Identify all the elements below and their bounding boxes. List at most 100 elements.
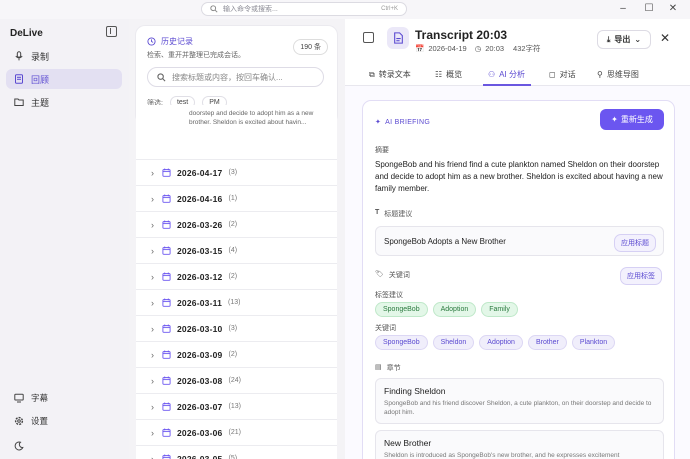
- history-date-group[interactable]: › 2026-03-12 (2): [136, 263, 337, 289]
- keyword-chip[interactable]: Plankton: [571, 335, 616, 350]
- tab-chat[interactable]: ◻ 对话: [549, 69, 576, 80]
- calendar-icon: [162, 272, 171, 281]
- keyword-chip[interactable]: SpongeBob: [375, 335, 428, 350]
- chapter-item[interactable]: Finding Sheldon SpongeBob and his friend…: [375, 378, 664, 424]
- theme-toggle[interactable]: [6, 437, 24, 455]
- calendar-icon: [162, 402, 171, 411]
- history-title-text: 历史记录: [161, 37, 193, 46]
- keyword-list: SpongeBob Sheldon Adoption Brother Plank…: [375, 335, 616, 350]
- history-date-group[interactable]: › 2026-03-10 (3): [136, 315, 337, 341]
- keyword-chip[interactable]: Sheldon: [432, 335, 475, 350]
- maximize-icon[interactable]: ☐: [642, 3, 656, 15]
- history-date-group[interactable]: › 2026-04-16 (1): [136, 185, 337, 211]
- group-date: 2026-03-10: [177, 323, 223, 334]
- group-date: 2026-04-16: [177, 193, 223, 204]
- regenerate-button[interactable]: ✦ 重新生成: [600, 109, 664, 130]
- group-count: (24): [228, 377, 241, 384]
- tag-chip[interactable]: SpongeBob: [375, 302, 428, 317]
- sidebar-item-review[interactable]: 回顾: [6, 69, 122, 89]
- transcript-chars: 432字符: [513, 44, 541, 53]
- apply-title-button[interactable]: 应用标题: [614, 234, 656, 252]
- chapter-desc: SpongeBob and his friend discover Sheldo…: [384, 400, 652, 416]
- tag-chip[interactable]: Family: [481, 302, 518, 317]
- text-icon: T: [375, 209, 380, 216]
- sidebar-item-topics[interactable]: 主题: [6, 92, 122, 112]
- chat-icon: ◻: [549, 70, 556, 79]
- moon-icon: [14, 441, 24, 451]
- tag-suggestions: SpongeBob Adoption Family: [375, 302, 518, 317]
- calendar-icon: [162, 194, 171, 203]
- transcript-title: Transcript 20:03: [415, 28, 508, 42]
- group-date: 2026-03-26: [177, 219, 223, 230]
- group-count: (2): [228, 221, 238, 228]
- sidebar-item-label: 主题: [31, 97, 50, 108]
- title-suggest-header: T 标题建议: [375, 209, 412, 219]
- review-icon: [15, 74, 23, 84]
- history-date-group[interactable]: › 2026-03-07 (13): [136, 393, 337, 419]
- history-date-group[interactable]: › 2026-03-08 (24): [136, 367, 337, 393]
- minimize-icon[interactable]: –: [616, 3, 630, 15]
- keywords-header: 🏷 关键词: [375, 270, 410, 280]
- monitor-icon: [14, 393, 24, 403]
- tab-mindmap[interactable]: ⚲ 思维导图: [597, 69, 639, 80]
- history-panel: 历史记录 检索、重开并整理已完成会话。 190 条 搜索标题或内容，按回车确认.…: [129, 19, 463, 459]
- sidebar-toggle-icon[interactable]: [106, 26, 117, 37]
- calendar-icon: [162, 350, 171, 359]
- history-date-group[interactable]: › 2026-04-17 (3): [136, 159, 337, 185]
- tab-overview[interactable]: ☷ 概览: [435, 69, 462, 80]
- sidebar-item-subtitles[interactable]: 字幕: [6, 389, 48, 407]
- title-suggest-label: 标题建议: [384, 211, 413, 218]
- command-search[interactable]: 输入命令或搜索... Ctrl+K: [201, 2, 407, 16]
- close-window-icon[interactable]: ✕: [666, 3, 680, 15]
- detail-header: Transcript 20:03 📅 2026-04-19 ◷ 20:03 43…: [345, 19, 690, 65]
- tab-label: 对话: [559, 70, 576, 79]
- history-date-group[interactable]: › 2026-03-06 (21): [136, 419, 337, 445]
- apply-tags-button[interactable]: 应用标签: [620, 267, 662, 285]
- transcript-tab-icon: ⧉: [369, 69, 375, 79]
- group-count: (2): [228, 273, 238, 280]
- chevron-right-icon: ›: [151, 323, 154, 334]
- group-count: (3): [228, 325, 238, 332]
- calendar-icon: [162, 168, 171, 177]
- transcript-time: 20:03: [485, 44, 505, 53]
- chevron-right-icon: ›: [151, 401, 154, 412]
- overview-tab-icon: ☷: [435, 70, 443, 79]
- ai-briefing-card: ✦ AI BRIEFING ✦ 重新生成 摘要 SpongeBob and hi…: [362, 100, 675, 459]
- group-count: (13): [228, 299, 241, 306]
- chevron-down-icon: ⌄: [634, 35, 642, 44]
- chapter-item[interactable]: New Brother Sheldon is introduced as Spo…: [375, 430, 664, 459]
- keyword-chip[interactable]: Brother: [527, 335, 567, 350]
- history-date-group[interactable]: › 2026-03-15 (4): [136, 237, 337, 263]
- sidebar-item-settings[interactable]: 设置: [6, 412, 48, 430]
- calendar-icon: [162, 298, 171, 307]
- tab-label: AI 分析: [499, 70, 525, 79]
- robot-icon: ⚇: [488, 70, 496, 79]
- search-icon: [157, 72, 166, 81]
- keywords-sub-label: 关键词: [375, 325, 396, 332]
- title-bar: 输入命令或搜索... Ctrl+K – ☐ ✕: [0, 0, 690, 19]
- chevron-right-icon: ›: [151, 453, 154, 459]
- history-date-group[interactable]: › 2026-03-09 (2): [136, 341, 337, 367]
- history-date-group[interactable]: › 2026-03-11 (13): [136, 289, 337, 315]
- app-name: DeLive: [10, 28, 43, 39]
- history-search-input[interactable]: 搜索标题或内容，按回车确认...: [147, 67, 324, 87]
- keyword-chip[interactable]: Adoption: [479, 335, 523, 350]
- export-button[interactable]: ⤓ 导出 ⌄: [597, 30, 651, 49]
- chevron-right-icon: ›: [151, 427, 154, 438]
- tab-ai-analysis[interactable]: ⚇ AI 分析: [488, 69, 525, 80]
- sidebar-item-label: 字幕: [31, 393, 49, 403]
- close-icon[interactable]: ✕: [660, 31, 670, 45]
- tag-chip[interactable]: Adoption: [432, 302, 477, 317]
- clock-icon: ◷: [474, 44, 482, 53]
- transcript-meta: 📅 2026-04-19 ◷ 20:03 432字符: [415, 43, 541, 54]
- group-date: 2026-03-06: [177, 427, 223, 438]
- group-date: 2026-03-05: [177, 453, 223, 459]
- group-date: 2026-03-11: [177, 297, 223, 308]
- history-date-group[interactable]: › 2026-03-05 (5): [136, 445, 337, 459]
- panel-toggle-icon[interactable]: [363, 32, 374, 43]
- group-date: 2026-03-15: [177, 245, 223, 256]
- tab-transcript[interactable]: ⧉ 转录文本: [369, 69, 411, 80]
- history-date-group[interactable]: › 2026-03-26 (2): [136, 211, 337, 237]
- sidebar-item-record[interactable]: 录制: [6, 46, 122, 66]
- search-placeholder: 搜索标题或内容，按回车确认...: [172, 72, 283, 82]
